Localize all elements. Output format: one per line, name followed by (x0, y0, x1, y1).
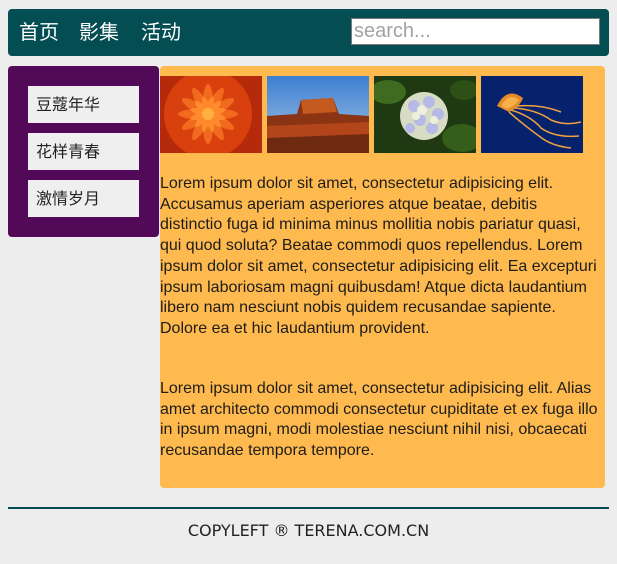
jellyfish-image (481, 76, 583, 153)
footer-copyright: COPYLEFT ® TERENA.COM.CN (187, 521, 430, 540)
nav-home[interactable]: 首页 (19, 19, 59, 45)
red-flower-image (160, 76, 262, 153)
sidebar-item-3[interactable]: 激情岁月 (28, 180, 139, 217)
sidebar-item-1[interactable]: 豆蔻年华 (28, 86, 139, 123)
sidebar: 豆蔻年华 花样青春 激情岁月 (8, 66, 159, 237)
nav-events[interactable]: 活动 (141, 19, 181, 45)
nav-album[interactable]: 影集 (79, 19, 119, 45)
header-bar: 首页 影集 活动 (8, 9, 609, 56)
hydrangea-image (374, 76, 476, 153)
desert-mesa-image (267, 76, 369, 153)
search-input[interactable] (351, 18, 600, 45)
main-content: Lorem ipsum dolor sit amet, consectetur … (160, 66, 605, 488)
main-paragraph-1: Lorem ipsum dolor sit amet, consectetur … (160, 175, 597, 337)
main-paragraph-2: Lorem ipsum dolor sit amet, consectetur … (160, 380, 598, 460)
sidebar-item-2[interactable]: 花样青春 (28, 133, 139, 170)
footer-divider (8, 507, 609, 509)
